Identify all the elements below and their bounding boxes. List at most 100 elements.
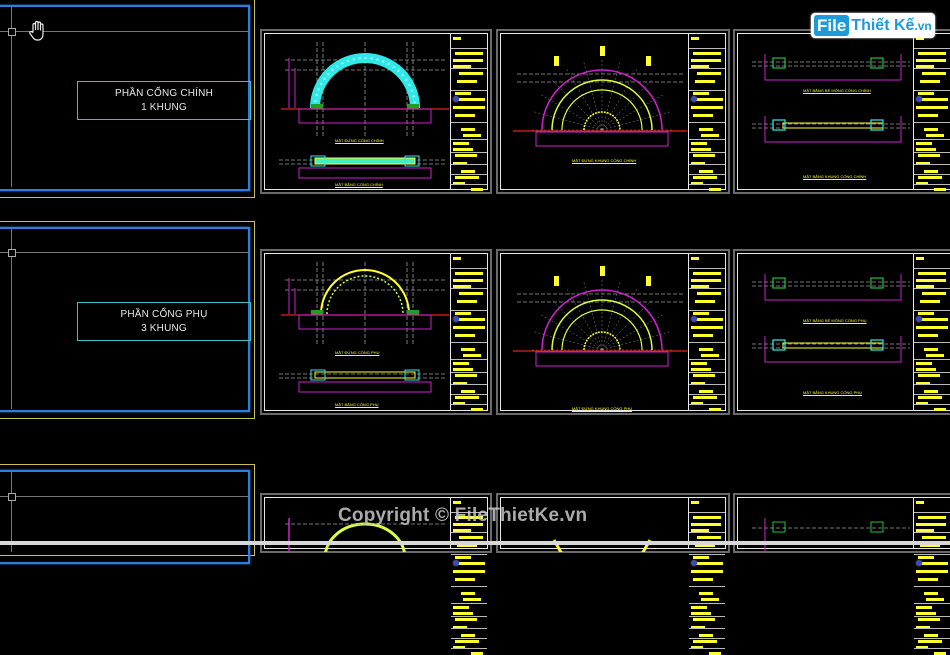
title-block-rule	[689, 164, 725, 165]
title-block-rule	[689, 512, 725, 513]
title-block-rule	[451, 554, 487, 555]
title-block-text	[691, 326, 723, 329]
title-block-text	[918, 114, 938, 117]
drawing-caption: MẶT ĐỨNG CỔNG PHỤ	[335, 350, 380, 355]
title-block-text	[924, 170, 938, 173]
title-block-text	[916, 570, 948, 573]
title-block-text	[455, 578, 475, 581]
footing	[311, 104, 323, 109]
title-block-text	[693, 154, 715, 157]
title-block-rule	[689, 310, 725, 311]
title-block-text	[453, 368, 473, 371]
annotation-tag	[600, 266, 605, 276]
title-block-text	[455, 92, 471, 95]
title-block-rule	[451, 616, 487, 617]
title-block-rule	[689, 603, 725, 604]
drawing-sheet-r2-c3[interactable]: MẶT BẰNG BỂ MÓNG CỔNG PHỤ MẶT BẰNG KHUNG …	[733, 249, 950, 415]
title-block-rule	[689, 174, 725, 175]
title-block-text	[916, 368, 936, 371]
title-block-rule	[914, 48, 950, 49]
title-block-text	[691, 279, 721, 282]
drawing-caption: MẶT BẰNG CỔNG CHÍNH	[335, 182, 383, 187]
title-block-text	[699, 348, 713, 351]
drawing-caption: MẶT BẰNG CỔNG PHỤ	[335, 402, 379, 407]
plan-beam	[314, 371, 416, 379]
title-block-text	[701, 134, 719, 137]
brand-watermark-logo: File Thiết Kế .vn	[811, 13, 935, 38]
title-block-text	[918, 312, 934, 315]
title-block-text	[453, 37, 461, 40]
title-block-text	[920, 562, 948, 565]
title-block-text	[922, 292, 946, 295]
sheet-border: MẶT ĐỨNG CỔNG CHÍNH MẶT BẰNG CỔNG CHÍNH	[264, 33, 488, 191]
sheet-border: MẶT ĐỨNG KHUNG CỔNG CHÍNH	[500, 33, 726, 191]
title-block-rule	[689, 48, 725, 49]
title-block-text	[697, 72, 721, 75]
foundation	[535, 131, 669, 147]
drawing-sheet-r1-c2[interactable]: MẶT ĐỨNG KHUNG CỔNG CHÍNH	[496, 29, 730, 194]
title-block-rule	[451, 372, 487, 373]
company-logo-icon	[691, 96, 697, 102]
title-block-rule	[689, 90, 725, 91]
title-block-text	[693, 334, 713, 337]
title-block-text	[916, 612, 936, 615]
grid-node	[8, 28, 16, 36]
company-logo-icon	[916, 560, 922, 566]
drawing-sheet-r1-c1[interactable]: MẶT ĐỨNG CỔNG CHÍNH MẶT BẰNG CỔNG CHÍNH	[260, 29, 492, 194]
drawing-sheet-r2-c1[interactable]: MẶT ĐỨNG CỔNG PHỤ MẶT BẰNG CỔNG PHỤ	[260, 249, 492, 415]
title-block-text	[455, 114, 475, 117]
title-block-text	[453, 326, 485, 329]
grid-line-horizontal	[0, 496, 248, 497]
title-block-rule	[914, 68, 950, 69]
title-block-text	[934, 188, 946, 191]
title-block-rule	[689, 372, 725, 373]
foundation	[535, 351, 669, 367]
grid-line-horizontal	[0, 252, 248, 253]
title-block-text	[916, 279, 946, 282]
grid-node	[8, 249, 16, 257]
drawing-sheet-r2-c2[interactable]: MẶT ĐỨNG KHUNG CỔNG PHỤ	[496, 249, 730, 415]
title-block-rule	[914, 616, 950, 617]
title-block-text	[924, 592, 938, 595]
title-block-text	[453, 612, 473, 615]
title-block-text	[918, 556, 934, 559]
title-block-rule	[451, 310, 487, 311]
copyright-watermark: Copyright © FileThietKe.vn	[338, 505, 588, 526]
title-block-text	[916, 606, 932, 609]
title-block-text	[924, 348, 938, 351]
title-block-rule	[914, 586, 950, 587]
title-block-rule	[451, 164, 487, 165]
title-block-text	[709, 188, 721, 191]
plan-foundation	[298, 167, 432, 179]
arch-elevation	[324, 522, 406, 552]
title-block-text	[455, 374, 477, 377]
title-block	[688, 34, 725, 191]
drawing-sheet-r1-c3[interactable]: MẶT BẰNG BỂ MÓNG CỔNG CHÍNH MẶT BẰNG KHUN…	[733, 29, 950, 194]
title-block-text	[693, 176, 717, 179]
title-block-rule	[451, 532, 487, 533]
title-block-text	[455, 52, 483, 55]
title-block-text	[918, 154, 940, 157]
title-block-rule	[451, 288, 487, 289]
pier-plan	[870, 57, 884, 69]
title-block-text	[701, 598, 719, 601]
title-block-text	[924, 634, 938, 637]
pier-plan	[772, 57, 786, 69]
title-block-text	[695, 318, 723, 321]
title-block-text	[455, 618, 477, 621]
title-block-text	[697, 292, 721, 295]
title-block-rule	[914, 288, 950, 289]
section-label-line2: 3 KHUNG	[141, 322, 187, 334]
company-logo-icon	[453, 96, 459, 102]
title-block-rule	[914, 512, 950, 513]
title-block-text	[459, 292, 483, 295]
brand-name-label: Thiết Kế	[851, 16, 915, 34]
title-block-rule	[914, 152, 950, 153]
title-block-text	[695, 80, 715, 83]
title-block-text	[693, 556, 709, 559]
title-block-text	[455, 312, 471, 315]
title-block-rule	[914, 628, 950, 629]
title-block-text	[691, 362, 707, 365]
title-block-rule	[451, 359, 487, 360]
title-block-text	[699, 128, 713, 131]
